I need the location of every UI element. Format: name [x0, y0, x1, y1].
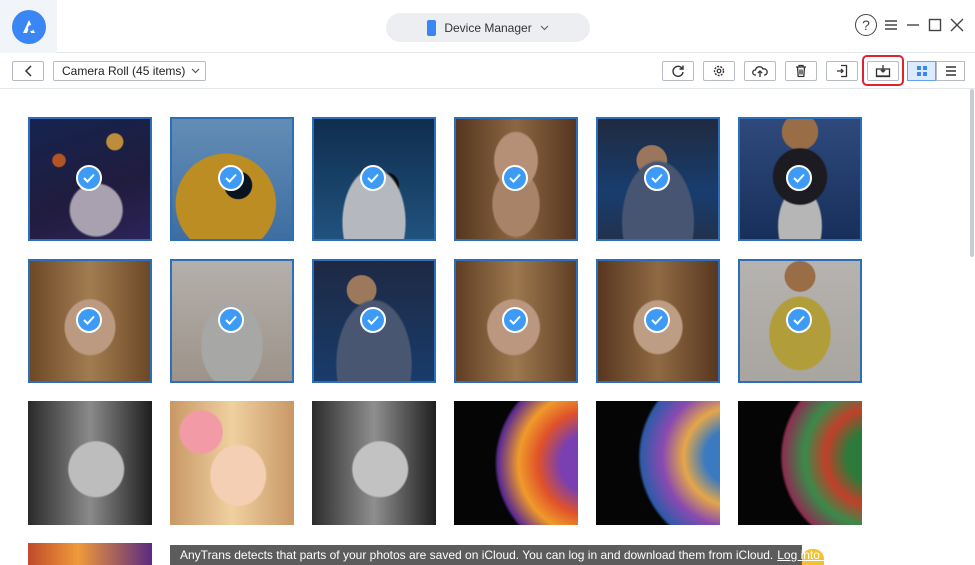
album-selector[interactable]: Camera Roll (45 items) [53, 61, 206, 81]
cloud-upload-icon [752, 66, 768, 77]
photo-thumbnail[interactable] [170, 401, 294, 525]
photo-thumbnail[interactable] [596, 117, 720, 241]
help-icon[interactable]: ? [855, 14, 877, 36]
settings-button[interactable] [703, 61, 735, 81]
photo-thumbnail[interactable] [596, 259, 720, 383]
delete-button[interactable] [785, 61, 817, 81]
export-icon [837, 64, 848, 78]
photo-thumbnail[interactable] [170, 117, 294, 241]
back-button[interactable] [12, 61, 44, 81]
export-button[interactable] [826, 61, 858, 81]
album-label: Camera Roll (45 items) [62, 64, 186, 78]
photo-thumbnail[interactable] [28, 543, 152, 565]
photo-thumbnail[interactable] [312, 259, 436, 383]
checkmark-icon[interactable] [360, 307, 386, 333]
photo-thumbnail[interactable] [170, 259, 294, 383]
highlight-box [862, 55, 904, 86]
photo-thumbnail[interactable] [454, 401, 578, 525]
icloud-notice-text: AnyTrans detects that parts of your phot… [180, 548, 774, 562]
checkmark-icon[interactable] [76, 165, 102, 191]
grid-view-button[interactable] [907, 61, 936, 81]
close-icon[interactable] [949, 17, 965, 33]
device-manager-label: Device Manager [444, 20, 532, 35]
chevron-left-icon [24, 65, 32, 77]
upload-to-cloud-button[interactable] [744, 61, 776, 81]
checkmark-icon[interactable] [502, 165, 528, 191]
checkmark-icon[interactable] [786, 165, 812, 191]
checkmark-icon[interactable] [218, 165, 244, 191]
refresh-button[interactable] [662, 61, 694, 81]
photo-thumbnail[interactable] [454, 259, 578, 383]
maximize-icon[interactable] [927, 17, 943, 33]
scrollbar[interactable] [970, 89, 974, 257]
photo-thumbnail[interactable] [738, 117, 862, 241]
phone-icon [427, 19, 437, 36]
photo-thumbnail[interactable] [738, 401, 862, 525]
title-bar: Device Manager ? [0, 0, 975, 53]
trash-icon [796, 64, 806, 78]
minimize-icon[interactable] [905, 17, 921, 33]
photo-thumbnail[interactable] [28, 401, 152, 525]
list-icon [945, 66, 956, 76]
photo-thumbnail[interactable] [312, 401, 436, 525]
checkmark-icon[interactable] [76, 307, 102, 333]
checkmark-icon[interactable] [786, 307, 812, 333]
checkmark-icon[interactable] [644, 165, 670, 191]
photo-thumbnail[interactable] [454, 117, 578, 241]
refresh-icon [672, 65, 684, 77]
grid-icon [916, 66, 927, 76]
toolbar: Camera Roll (45 items) [0, 53, 975, 89]
photo-thumbnail[interactable] [596, 401, 720, 525]
list-view-button[interactable] [936, 61, 965, 81]
photo-thumbnail[interactable] [738, 259, 862, 383]
checkmark-icon[interactable] [360, 165, 386, 191]
log-into-icloud-link[interactable]: Log into iCloud > [777, 548, 867, 562]
photo-thumbnail[interactable] [28, 259, 152, 383]
chevron-down-icon [540, 25, 549, 30]
checkmark-icon[interactable] [644, 307, 670, 333]
settings-icon [713, 65, 725, 77]
photo-thumbnail[interactable] [312, 117, 436, 241]
icloud-notice-bar: AnyTrans detects that parts of your phot… [170, 545, 868, 565]
checkmark-icon[interactable] [218, 307, 244, 333]
view-toggle [907, 61, 965, 81]
app-logo [0, 0, 57, 53]
checkmark-icon[interactable] [502, 307, 528, 333]
menu-icon[interactable] [883, 17, 899, 33]
photo-thumbnail[interactable] [28, 117, 152, 241]
chevron-down-icon [191, 68, 200, 74]
device-manager-dropdown[interactable]: Device Manager [386, 13, 590, 42]
anytrans-logo-icon [11, 9, 46, 44]
